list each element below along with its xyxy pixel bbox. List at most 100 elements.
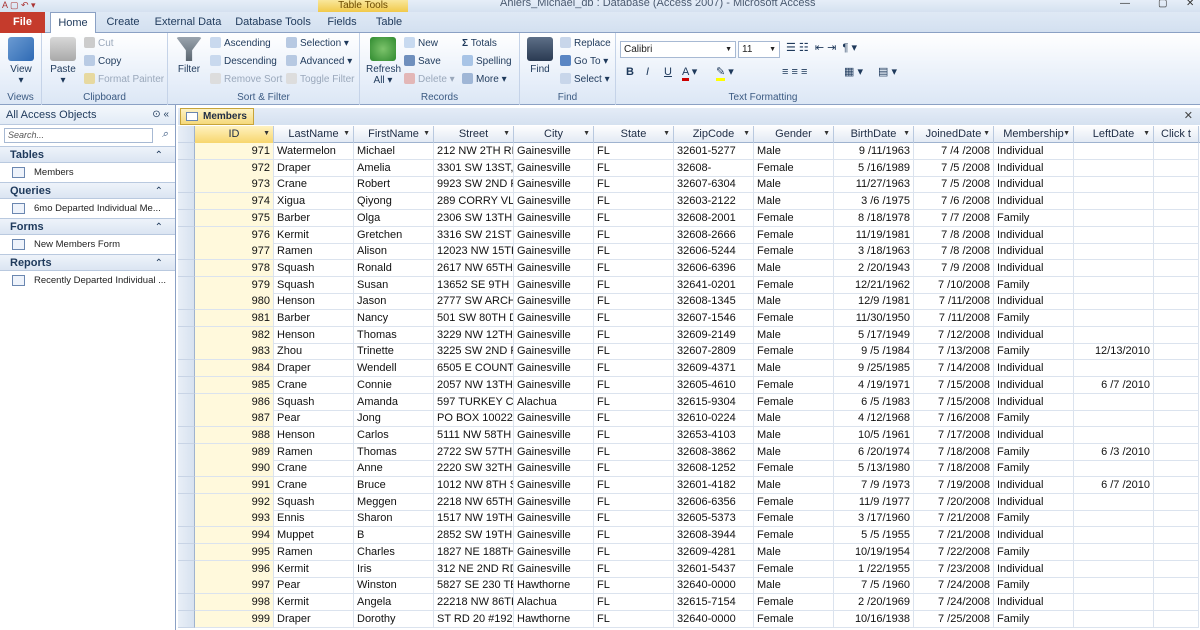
cell-gender[interactable]: Female bbox=[754, 243, 834, 261]
cell-gender[interactable]: Female bbox=[754, 159, 834, 177]
font-size-select[interactable]: 11 ▼ bbox=[738, 41, 780, 58]
table-row[interactable]: 993 Ennis Sharon 1517 NW 19TH Gainesville FL 3… bbox=[178, 510, 1200, 528]
cell-gender[interactable]: Male bbox=[754, 176, 834, 194]
table-row[interactable]: 980HensonJason2777 SW ARCHEGainesvilleFL… bbox=[178, 293, 1200, 311]
cell-gender[interactable]: Female bbox=[754, 460, 834, 478]
cell-click-t[interactable] bbox=[1154, 493, 1199, 511]
cell-click-t[interactable] bbox=[1154, 460, 1199, 478]
cell-gender[interactable]: Male bbox=[754, 360, 834, 378]
cell-id[interactable]: 972 bbox=[195, 159, 274, 177]
cell-joineddate[interactable]: 7 /14/2008 bbox=[914, 360, 994, 378]
cell-firstname[interactable]: Jong bbox=[354, 410, 434, 428]
cell-state[interactable]: FL bbox=[594, 560, 674, 578]
close-icon[interactable]: ✕ bbox=[1184, 109, 1193, 122]
tab-file[interactable]: File bbox=[0, 12, 45, 33]
cell-leftdate[interactable] bbox=[1074, 159, 1154, 177]
cell-membership[interactable]: Family bbox=[994, 443, 1074, 461]
cell-firstname[interactable]: Olga bbox=[354, 209, 434, 227]
cell-birthdate[interactable]: 3 /17/1960 bbox=[834, 510, 914, 528]
cell-zipcode[interactable]: 32608-1345 bbox=[674, 293, 754, 311]
nav-item[interactable]: 6mo Departed Individual Me... bbox=[0, 199, 175, 218]
cell-lastname[interactable]: Crane bbox=[274, 477, 354, 494]
cell-gender[interactable]: Male bbox=[754, 326, 834, 344]
tab-database-tools[interactable]: Database Tools bbox=[232, 12, 314, 33]
cell-leftdate[interactable] bbox=[1074, 310, 1154, 327]
quick-access-toolbar[interactable]: A ▢ ↶ ▾ bbox=[2, 0, 36, 11]
table-row[interactable]: 972DraperAmelia3301 SW 13ST, AGainesvill… bbox=[178, 159, 1200, 177]
row-selector[interactable] bbox=[178, 176, 195, 194]
cell-membership[interactable]: Family bbox=[994, 543, 1074, 561]
cell-zipcode[interactable]: 32607-2809 bbox=[674, 343, 754, 361]
cell-zipcode[interactable]: 32601-5277 bbox=[674, 143, 754, 160]
cell-leftdate[interactable] bbox=[1074, 259, 1154, 277]
search-icon[interactable]: ⌕ bbox=[162, 128, 168, 141]
cell-state[interactable]: FL bbox=[594, 460, 674, 478]
cell-state[interactable]: FL bbox=[594, 209, 674, 227]
column-header-street[interactable]: Street ▼ bbox=[434, 126, 514, 143]
cell-gender[interactable]: Female bbox=[754, 560, 834, 578]
cell-gender[interactable]: Female bbox=[754, 376, 834, 394]
cell-click-t[interactable] bbox=[1154, 209, 1199, 227]
cell-street[interactable]: 312 NE 2ND RD bbox=[434, 560, 514, 578]
cell-lastname[interactable]: Ramen bbox=[274, 243, 354, 261]
find-button[interactable]: Find bbox=[524, 37, 556, 75]
cell-gender[interactable]: Female bbox=[754, 276, 834, 294]
cell-city[interactable]: Gainesville bbox=[514, 493, 594, 511]
table-row[interactable]: 995 Ramen Charles 1827 NE 188TH Gainesville F… bbox=[178, 543, 1200, 561]
cell-city[interactable]: Gainesville bbox=[514, 477, 594, 494]
cell-click-t[interactable] bbox=[1154, 293, 1199, 311]
row-selector[interactable] bbox=[178, 243, 195, 261]
cell-firstname[interactable]: Meggen bbox=[354, 493, 434, 511]
cell-leftdate[interactable]: 6 /7 /2010 bbox=[1074, 376, 1154, 394]
cell-lastname[interactable]: Xigua bbox=[274, 193, 354, 211]
cell-city[interactable]: Gainesville bbox=[514, 243, 594, 261]
filter-button[interactable]: Filter bbox=[174, 37, 204, 75]
cell-zipcode[interactable]: 32609-4281 bbox=[674, 543, 754, 561]
cell-firstname[interactable]: Nancy bbox=[354, 310, 434, 327]
copy-button[interactable]: Copy bbox=[84, 55, 121, 68]
cell-zipcode[interactable]: 32608-3862 bbox=[674, 443, 754, 461]
cell-leftdate[interactable] bbox=[1074, 143, 1154, 160]
cell-gender[interactable]: Male bbox=[754, 477, 834, 494]
cell-lastname[interactable]: Zhou bbox=[274, 343, 354, 361]
collapse-icon[interactable]: ⌃ bbox=[155, 183, 163, 200]
cell-firstname[interactable]: Dorothy bbox=[354, 610, 434, 628]
column-header-leftdate[interactable]: LeftDate ▼ bbox=[1074, 126, 1154, 143]
cell-firstname[interactable]: Qiyong bbox=[354, 193, 434, 211]
table-row[interactable]: 988 Henson Carlos 5111 NW 58TH Gainesville FL… bbox=[178, 426, 1200, 444]
nav-section-tables[interactable]: Tables ⌃ bbox=[0, 146, 175, 163]
minimize-icon[interactable]: — bbox=[1120, 0, 1130, 9]
collapse-icon[interactable]: ⌃ bbox=[155, 255, 163, 272]
cell-street[interactable]: 212 NW 2TH RD bbox=[434, 143, 514, 160]
cell-zipcode[interactable]: 32609-2149 bbox=[674, 326, 754, 344]
cell-joineddate[interactable]: 7 /16/2008 bbox=[914, 410, 994, 428]
row-selector[interactable] bbox=[178, 293, 195, 311]
cell-lastname[interactable]: Henson bbox=[274, 326, 354, 344]
table-row[interactable]: 999 Draper Dorothy ST RD 20 #1925 Hawthorne F… bbox=[178, 610, 1200, 628]
cell-lastname[interactable]: Crane bbox=[274, 460, 354, 478]
cell-id[interactable]: 976 bbox=[195, 226, 274, 244]
cell-id[interactable]: 997 bbox=[195, 577, 274, 595]
cell-gender[interactable]: Female bbox=[754, 510, 834, 528]
column-header-id[interactable]: ID ▼ bbox=[195, 126, 274, 143]
cell-lastname[interactable]: Kermit bbox=[274, 226, 354, 244]
cell-leftdate[interactable] bbox=[1074, 460, 1154, 478]
cell-membership[interactable]: Individual bbox=[994, 393, 1074, 411]
cell-city[interactable]: Gainesville bbox=[514, 193, 594, 211]
nav-item[interactable]: Recently Departed Individual ... bbox=[0, 271, 175, 290]
cell-id[interactable]: 985 bbox=[195, 376, 274, 394]
cell-birthdate[interactable]: 7 /9 /1973 bbox=[834, 477, 914, 494]
cell-membership[interactable]: Individual bbox=[994, 493, 1074, 511]
selection-button[interactable]: Selection ▾ bbox=[286, 37, 349, 50]
cell-birthdate[interactable]: 6 /20/1974 bbox=[834, 443, 914, 461]
nav-search-input[interactable]: Search... ⌕ bbox=[4, 128, 168, 143]
cell-birthdate[interactable]: 4 /12/1968 bbox=[834, 410, 914, 428]
cell-click-t[interactable] bbox=[1154, 593, 1199, 611]
cell-membership[interactable]: Individual bbox=[994, 326, 1074, 344]
cell-id[interactable]: 986 bbox=[195, 393, 274, 411]
cell-leftdate[interactable] bbox=[1074, 543, 1154, 561]
row-selector[interactable] bbox=[178, 360, 195, 378]
new-record-button[interactable]: New bbox=[404, 37, 438, 50]
cell-membership[interactable]: Family bbox=[994, 577, 1074, 595]
cell-membership[interactable]: Individual bbox=[994, 360, 1074, 378]
